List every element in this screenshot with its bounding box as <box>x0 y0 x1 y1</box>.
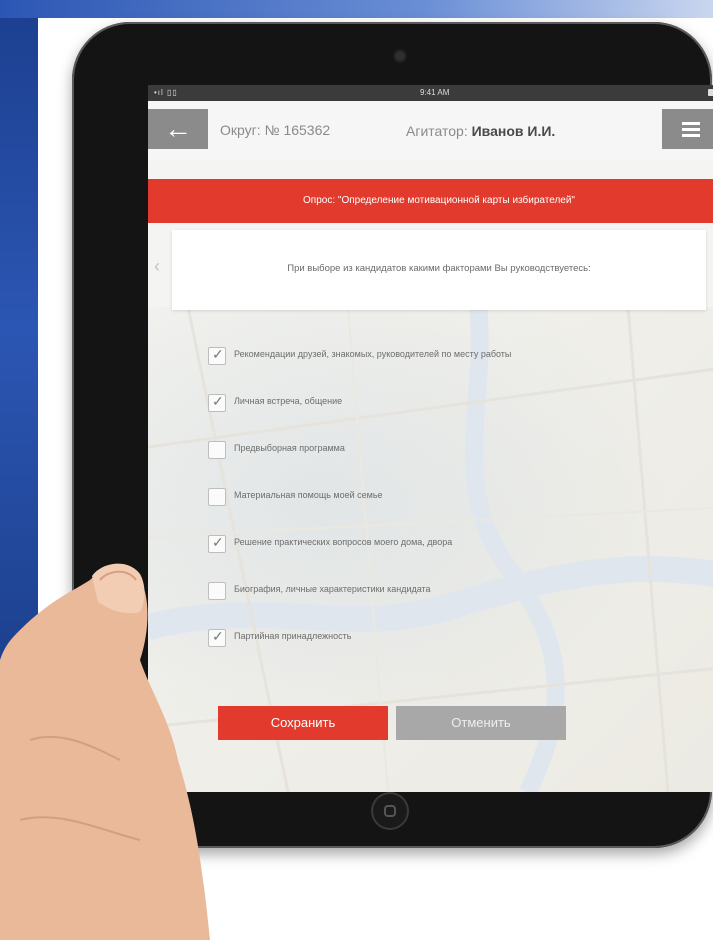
option-label: Личная встреча, общение <box>234 396 343 406</box>
hamburger-menu-icon-bar <box>682 134 700 137</box>
slide-background-top <box>0 0 713 18</box>
district-label: Округ: № 165362 <box>220 122 331 138</box>
option-item[interactable]: Предвыборная программа <box>208 441 708 461</box>
option-item[interactable]: ✓ Партийная принадлежность <box>208 628 708 649</box>
chevron-left-icon[interactable]: ‹ <box>154 256 160 277</box>
checkbox[interactable]: ✓ <box>208 346 226 365</box>
checkmark-icon: ✓ <box>212 393 224 409</box>
cancel-button[interactable]: Отменить <box>396 706 566 740</box>
option-item[interactable]: Биография, личные характеристики кандида… <box>208 582 708 602</box>
battery-icon <box>708 89 713 96</box>
status-bar: •ıl ▯▯ 9:41 AM <box>148 85 713 101</box>
agitator-label: Агитатор: Иванов И.И. <box>406 123 555 139</box>
option-item[interactable]: ✓ Решение практических вопросов моего до… <box>208 534 708 555</box>
signal-indicator: •ıl ▯▯ <box>154 88 178 97</box>
agitator-name: Иванов И.И. <box>471 123 556 139</box>
option-label: Рекомендации друзей, знакомых, руководит… <box>234 349 512 359</box>
option-label: Биография, личные характеристики кандида… <box>234 584 431 594</box>
checkbox[interactable] <box>208 441 226 459</box>
survey-banner: Опрос: "Определение мотивационной карты … <box>148 179 713 223</box>
option-item[interactable]: ✓ Рекомендации друзей, знакомых, руковод… <box>208 346 708 367</box>
option-label: Партийная принадлежность <box>234 631 352 641</box>
back-button[interactable]: ← <box>148 109 208 149</box>
question-text: При выборе из кандидатов какими факторам… <box>287 263 591 274</box>
option-item[interactable]: Материальная помощь моей семье <box>208 488 708 508</box>
hamburger-menu-icon-bar <box>682 128 700 131</box>
option-item[interactable]: ✓ Личная встреча, общение <box>208 393 708 414</box>
holding-hand <box>0 563 210 940</box>
arrow-left-icon: ← <box>164 113 192 144</box>
front-camera <box>395 51 405 61</box>
checkbox[interactable] <box>208 488 226 506</box>
checkbox[interactable]: ✓ <box>208 393 226 412</box>
status-time: 9:41 AM <box>420 88 450 97</box>
option-label: Предвыборная программа <box>234 443 345 453</box>
checkmark-icon: ✓ <box>212 346 224 362</box>
home-button[interactable] <box>373 794 407 828</box>
menu-button[interactable] <box>662 109 713 149</box>
save-button[interactable]: Сохранить <box>218 706 388 740</box>
question-card: ‹ При выборе из кандидатов какими фактор… <box>154 230 706 310</box>
agitator-prefix: Агитатор: <box>406 123 472 139</box>
option-label: Решение практических вопросов моего дома… <box>234 537 453 547</box>
hamburger-menu-icon <box>682 122 700 125</box>
option-label: Материальная помощь моей семье <box>234 490 383 500</box>
app-header: ← Округ: № 165362 Агитатор: Иванов И.И. <box>148 101 713 161</box>
